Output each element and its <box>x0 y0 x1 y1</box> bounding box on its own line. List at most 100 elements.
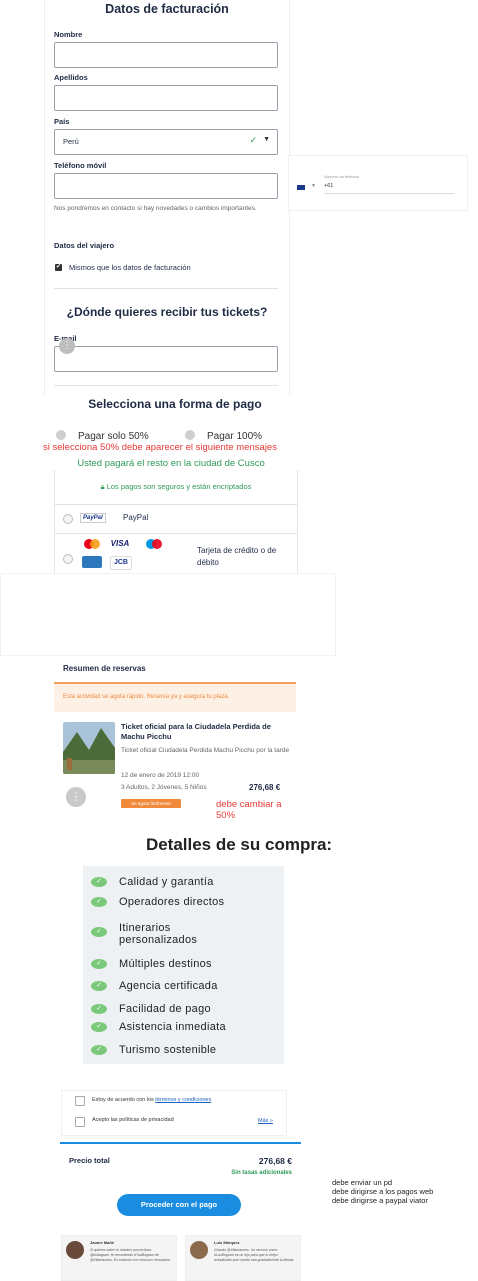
pais-label: País <box>54 117 70 126</box>
radio-icon[interactable] <box>185 430 195 440</box>
paypal-radio[interactable] <box>63 514 73 524</box>
pais-value: Perú <box>63 137 79 146</box>
more-options-icon: ⋮ <box>59 338 75 354</box>
phone-underline <box>324 193 454 194</box>
payment-title: Selecciona una forma de pago <box>88 397 262 411</box>
ticket-title: Ticket oficial para la Ciudadela Perdida… <box>121 722 271 741</box>
telefono-hint: Nos pondremos en contacto si hay novedad… <box>54 205 257 212</box>
pay-100-option[interactable]: Pagar 100% <box>185 430 262 442</box>
check-icon: ✓ <box>91 1022 107 1032</box>
machu-picchu-image <box>63 722 115 774</box>
tickets-heading: ¿Dónde quieres recibir tus tickets? <box>66 305 268 319</box>
sells-out-badge: Se agota fácilmente <box>121 799 181 808</box>
secure-payments-text: 🔒︎ Los pagos son seguros y están encript… <box>55 482 297 492</box>
card-radio[interactable] <box>63 554 73 564</box>
chevron-down-icon[interactable]: ▼ <box>311 183 316 189</box>
check-icon: ✓ <box>91 959 107 969</box>
urgency-text: Esta actividad se agota rápido. Reserva … <box>63 694 230 700</box>
apellidos-label: Apellidos <box>54 73 88 82</box>
check-icon: ✓ <box>91 897 107 907</box>
feature-label: Operadores directos <box>119 896 225 908</box>
summary-title: Resumen de reservas <box>63 664 146 673</box>
terms-checkbox[interactable] <box>75 1096 85 1106</box>
total-label: Precio total <box>69 1156 110 1165</box>
email-input[interactable] <box>54 346 278 372</box>
check-icon: ✓ <box>91 1045 107 1055</box>
check-icon: ✓ <box>249 135 257 145</box>
amex-icon <box>82 556 102 568</box>
annotation-red: si selecciona 50% debe aparecer el sigui… <box>43 442 277 453</box>
mastercard-icon <box>82 538 102 550</box>
avatar <box>66 1241 84 1259</box>
annotation-green: Usted pagará el resto en la ciudad de Cu… <box>77 458 265 469</box>
feature-label: Calidad y garantía <box>119 876 214 888</box>
annotation-red: debe cambiar a 50% <box>216 799 282 821</box>
feature-label: Asistencia inmediata <box>119 1021 226 1033</box>
telefono-label: Teléfono móvil <box>54 161 107 170</box>
feature-label: Facilidad de pago <box>119 1003 211 1015</box>
terms-link[interactable]: términos y condiciones <box>155 1097 211 1103</box>
nombre-input[interactable] <box>54 42 278 68</box>
phone-code[interactable]: +61 <box>324 183 333 189</box>
jcb-icon: JCB <box>110 556 132 570</box>
telefono-input[interactable] <box>54 173 278 199</box>
feature-label: Múltiples destinos <box>119 958 212 970</box>
feature-label: Agencia certificada <box>119 980 218 992</box>
payment-methods-panel: 🔒︎ Los pagos son seguros y están encript… <box>54 470 298 575</box>
billing-form: Datos de facturación Nombre Apellidos Pa… <box>44 0 290 394</box>
check-icon: ✓ <box>91 981 107 991</box>
ticket-price: 276,68 € <box>249 783 281 792</box>
secure-text: Los pagos son seguros y están encriptado… <box>106 482 252 491</box>
proceed-payment-button[interactable]: Proceder con el pago <box>117 1194 241 1216</box>
note-line: debe dirigirse a paypal viator <box>332 1196 428 1205</box>
billing-title: Datos de facturación <box>105 2 229 16</box>
check-icon: ✓ <box>91 927 107 937</box>
chevron-down-icon: ▼ <box>263 136 270 143</box>
total-amount: 276,68 € <box>258 1156 292 1166</box>
reviewer-name: Jaume Mañé <box>90 1240 115 1245</box>
no-fees-text: Sin tasas adicionales <box>231 1170 292 1176</box>
same-data-label: Mismos que los datos de facturación <box>69 263 191 272</box>
phone-panel: Número de teléfono ▼ +61 <box>288 155 468 211</box>
same-data-checkbox[interactable]: ✔ <box>55 264 62 271</box>
booking-summary: Resumen de reservas Esta actividad se ag… <box>54 656 296 830</box>
nombre-label: Nombre <box>54 30 83 39</box>
privacy-checkbox[interactable] <box>75 1117 85 1127</box>
flag-icon[interactable] <box>297 185 305 190</box>
terms-text: Estoy de acuerdo con los términos y cond… <box>92 1097 211 1103</box>
pay-50-option[interactable]: Pagar solo 50% <box>56 430 149 442</box>
divider <box>54 288 278 289</box>
paypal-logo: PayPal <box>80 513 106 523</box>
review-card: Jaume Mañé Si quieres saber lo máximo pr… <box>61 1235 177 1281</box>
maestro-icon <box>144 538 164 550</box>
terms-prefix: Estoy de acuerdo con los <box>92 1097 156 1103</box>
review-text: Si quieres saber lo máximo provechoso @i… <box>90 1248 172 1262</box>
card-label[interactable]: Tarjeta de crédito o de débito <box>197 545 287 569</box>
feature-label: Itinerarios personalizados <box>119 922 198 946</box>
apellidos-input[interactable] <box>54 85 278 111</box>
note-line: debe enviar un pd <box>332 1178 393 1187</box>
features-list: ✓ Calidad y garantía ✓ Operadores directos… <box>83 866 284 1064</box>
phone-label: Número de teléfono <box>324 174 360 179</box>
ticket-subtitle: Ticket oficial Ciudadela Perdida Machu P… <box>121 747 290 754</box>
notes: debe enviar un pd debe dirigirse a los p… <box>332 1178 478 1205</box>
radio-icon[interactable] <box>56 430 66 440</box>
pay-100-label: Pagar 100% <box>207 431 263 442</box>
paypal-label[interactable]: PayPal <box>123 513 148 522</box>
terms-box: Estoy de acuerdo con los términos y cond… <box>61 1090 287 1136</box>
blank-panel <box>0 573 336 656</box>
pais-select[interactable]: Perú ✓ ▼ <box>54 129 278 155</box>
note-line: debe dirigirse a los pagos web <box>332 1187 434 1196</box>
review-card: Luis Márquez Gracias @Vilamaunes. Un rec… <box>185 1235 301 1281</box>
divider <box>55 533 297 534</box>
more-link[interactable]: Más » <box>258 1118 273 1124</box>
ticket-people: 3 Adultos, 2 Jóvenes, 5 Niños <box>121 784 207 791</box>
reviewer-name: Luis Márquez <box>214 1240 240 1245</box>
divider <box>54 385 278 386</box>
visa-icon: VISA <box>110 539 130 548</box>
pay-50-label: Pagar solo 50% <box>78 431 149 442</box>
privacy-text: Acepto las políticas de privacidad <box>92 1117 174 1123</box>
details-title: Detalles de su compra: <box>145 835 333 854</box>
ticket-date: 12 de enero de 2019 12:00 <box>121 772 200 779</box>
check-icon: ✓ <box>91 1004 107 1014</box>
